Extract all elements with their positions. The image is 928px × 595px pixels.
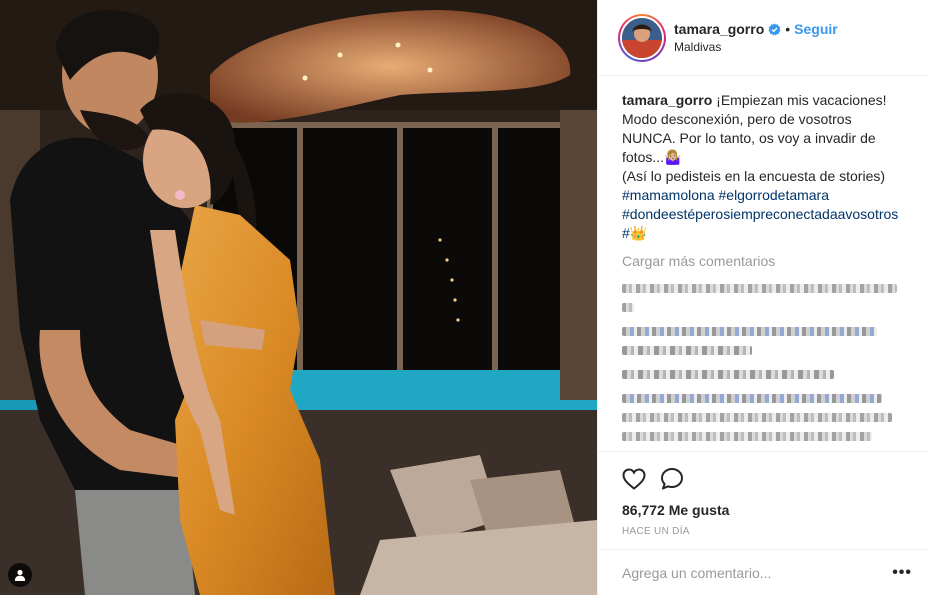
- load-more-comments-button[interactable]: Cargar más comentarios: [622, 253, 904, 269]
- avatar[interactable]: [618, 13, 666, 62]
- blurred-comment: [622, 284, 897, 293]
- comment-input[interactable]: [622, 564, 893, 581]
- username-link[interactable]: tamara_gorro: [674, 21, 764, 37]
- heart-icon[interactable]: [622, 468, 646, 490]
- more-options-icon[interactable]: •••: [892, 564, 912, 582]
- follow-button[interactable]: Seguir: [794, 21, 838, 37]
- blurred-comment: [622, 432, 872, 441]
- blurred-comment: [622, 327, 877, 336]
- blurred-comment: [622, 394, 882, 403]
- hashtag-link[interactable]: #👑: [622, 225, 647, 241]
- blurred-comment: [622, 370, 834, 379]
- verified-badge-icon: [768, 22, 781, 35]
- post-sidebar: tamara_gorro • Seguir Maldivas tamara_go…: [597, 0, 928, 595]
- post-caption: tamara_gorro ¡Empiezan mis vacaciones! M…: [622, 91, 904, 243]
- post-timestamp[interactable]: HACE UN DÍA: [614, 526, 912, 537]
- add-comment-bar: •••: [598, 549, 928, 595]
- likes-count[interactable]: 86,772 Me gusta: [614, 502, 912, 518]
- caption-username[interactable]: tamara_gorro: [622, 92, 712, 108]
- post-header: tamara_gorro • Seguir Maldivas: [598, 0, 928, 76]
- separator-dot: •: [785, 21, 791, 37]
- hashtag-link[interactable]: #mamamolona: [622, 187, 715, 203]
- post-image: [0, 0, 597, 595]
- comment-icon[interactable]: [660, 467, 684, 491]
- location-link[interactable]: Maldivas: [674, 40, 838, 54]
- hashtag-link[interactable]: #elgorrodetamara: [719, 187, 830, 203]
- user-tag-icon[interactable]: [8, 563, 32, 587]
- blurred-comment: [622, 303, 634, 312]
- blurred-comment: [622, 413, 892, 422]
- post-photo[interactable]: [0, 0, 597, 595]
- post-actions: 86,772 Me gusta HACE UN DÍA: [598, 451, 928, 549]
- hashtag-link[interactable]: #dondeestéperosiempreconectadaavosotros: [622, 206, 898, 222]
- comments-list[interactable]: tamara_gorro ¡Empiezan mis vacaciones! M…: [598, 77, 928, 451]
- blurred-comment: [622, 346, 752, 355]
